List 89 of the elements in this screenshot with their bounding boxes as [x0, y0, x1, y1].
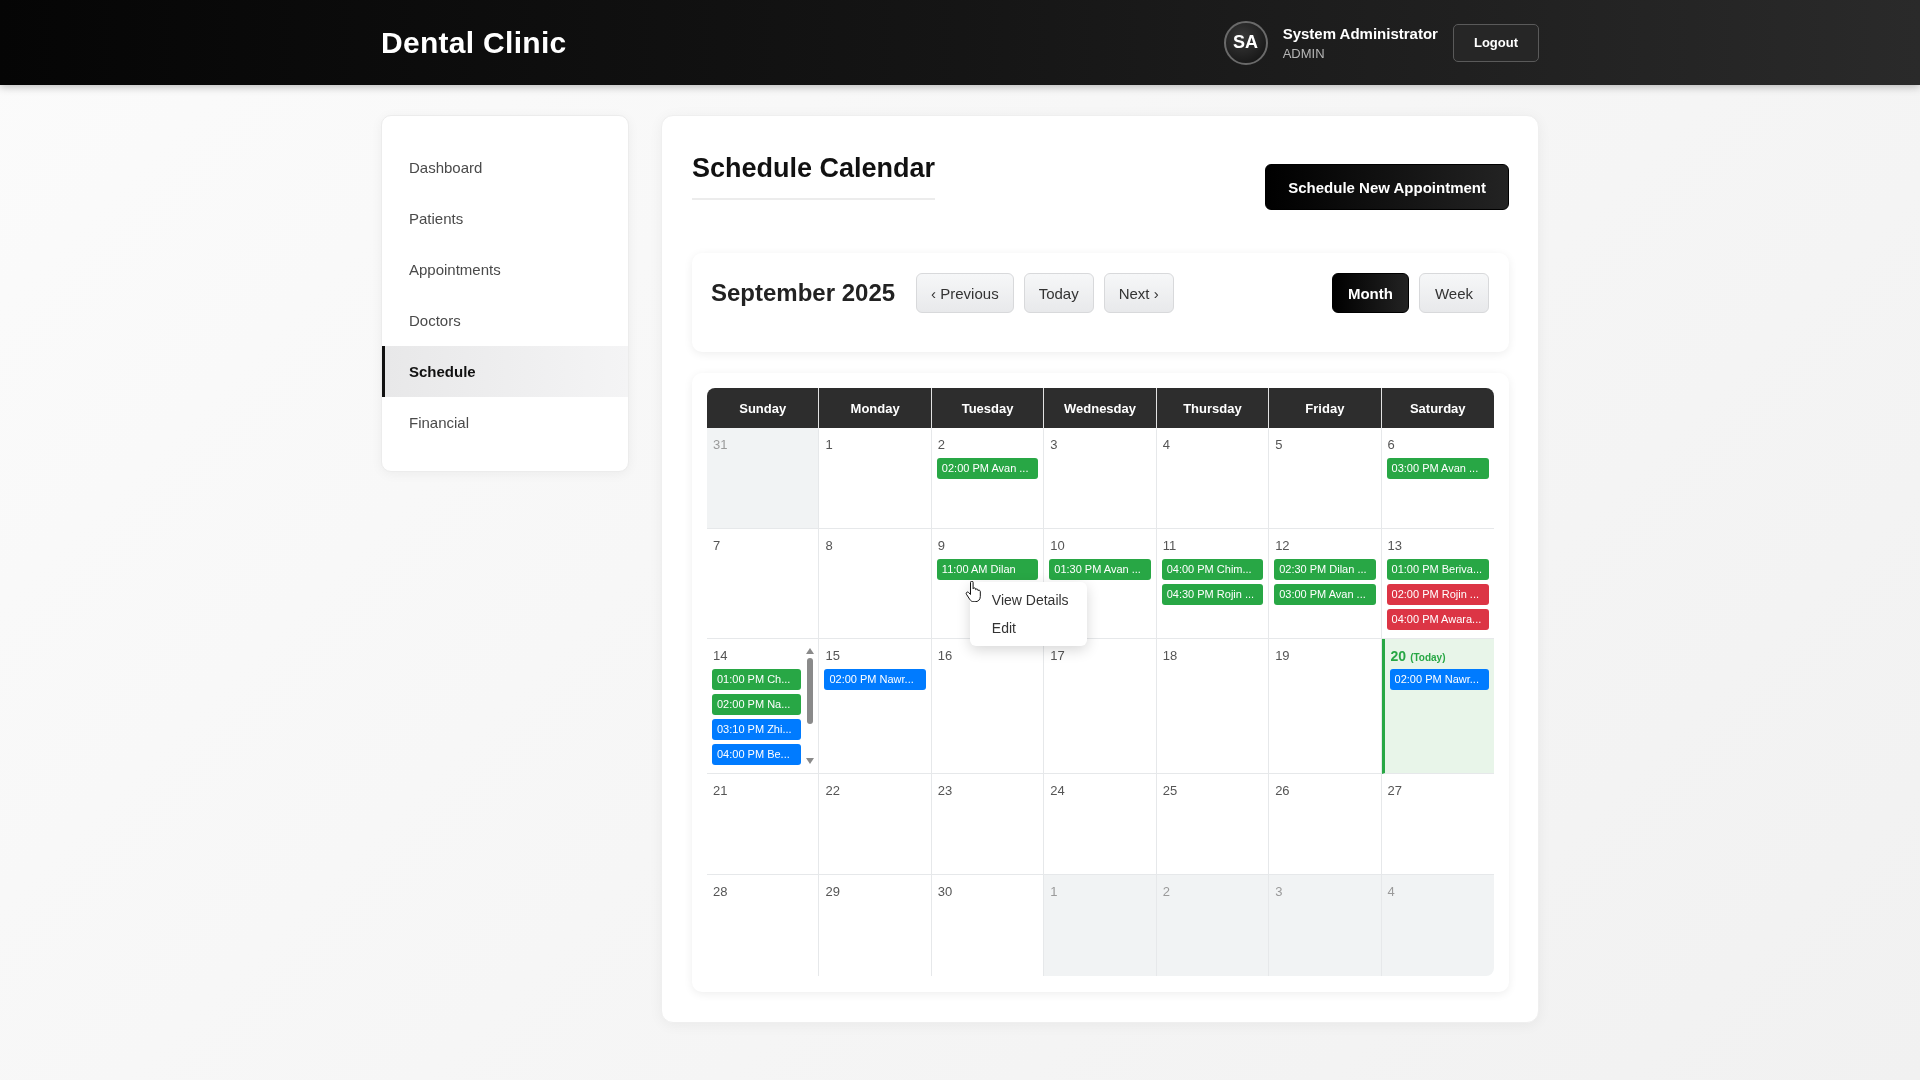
weekday-header: Monday — [819, 388, 932, 428]
view-toggle-button[interactable]: Week — [1418, 273, 1489, 313]
day-number: 23 — [936, 782, 953, 800]
day-number: 8 — [824, 537, 833, 555]
sidebar-item[interactable]: Appointments — [382, 244, 628, 295]
day-number: 31 — [712, 436, 728, 454]
calendar-day-cell[interactable]: 3 — [1044, 428, 1157, 529]
day-number: 17 — [1049, 647, 1065, 665]
today-label: (Today) — [1410, 652, 1446, 663]
day-number: 16 — [936, 647, 953, 665]
appointment-chip[interactable]: 04:00 PM Awara... — [1386, 609, 1489, 630]
calendar-day-cell[interactable]: 2 02:00 PM Avan ... — [931, 428, 1045, 529]
day-number: 6 — [1386, 436, 1395, 454]
day-number: 14 — [712, 647, 728, 665]
logout-button[interactable]: Logout — [1452, 23, 1539, 62]
day-number: 7 — [712, 537, 721, 555]
day-number: 13 — [1386, 537, 1403, 555]
calendar-day-cell[interactable]: 23 — [931, 774, 1045, 875]
calendar-day-cell[interactable]: 4 — [1156, 428, 1270, 529]
day-number: 28 — [712, 883, 728, 901]
appointment-chip[interactable]: 03:10 PM Zhi... — [712, 719, 802, 740]
calendar-day-cell[interactable]: 8 — [819, 529, 932, 639]
calendar-day-cell[interactable]: 7 — [707, 529, 820, 639]
weekday-header: Thursday — [1156, 388, 1270, 428]
app-title: Dental Clinic — [381, 25, 567, 60]
day-number: 2 — [1161, 883, 1170, 901]
day-number: 24 — [1049, 782, 1065, 800]
day-number: 30 — [936, 883, 953, 901]
calendar-day-cell[interactable]: 26 — [1269, 774, 1382, 875]
sidebar-item[interactable]: Patients — [382, 193, 628, 244]
day-number: 12 — [1274, 537, 1290, 555]
sidebar-item[interactable]: Dashboard — [382, 142, 628, 193]
day-number: 11 — [1161, 537, 1177, 555]
appointment-chip[interactable]: 02:00 PM Rojin ... — [1386, 584, 1489, 605]
user-avatar: SA — [1223, 20, 1268, 65]
day-number: 1 — [1049, 883, 1058, 901]
user-role: ADMIN — [1282, 45, 1326, 61]
day-number: 20 — [1389, 647, 1407, 665]
day-number: 29 — [824, 883, 840, 901]
view-toggle-button[interactable]: Month — [1331, 273, 1409, 313]
day-number: 9 — [936, 537, 946, 555]
day-number: 19 — [1274, 647, 1290, 665]
weekday-header: Sunday — [707, 388, 820, 428]
calendar-day-cell[interactable]: 24 — [1044, 774, 1157, 875]
day-number: 18 — [1161, 647, 1178, 665]
sidebar-item[interactable]: Financial — [382, 397, 628, 448]
calendar-day-cell[interactable]: 21 — [707, 774, 820, 875]
calendar-day-cell[interactable]: 19 — [1269, 639, 1382, 774]
calendar-day-cell[interactable]: 5 — [1269, 428, 1382, 529]
day-number: 5 — [1274, 436, 1283, 454]
day-number: 3 — [1274, 883, 1283, 901]
day-number: 2 — [936, 436, 946, 454]
month-label: September 2025 — [711, 279, 896, 307]
page-title: Schedule Calendar — [692, 151, 936, 200]
nav-button[interactable]: ‹ Previous — [916, 273, 1014, 313]
calendar-day-cell[interactable]: 18 — [1156, 639, 1270, 774]
calendar-day-cell[interactable]: 25 — [1156, 774, 1270, 875]
weekday-header: Wednesday — [1044, 388, 1157, 428]
menu-item[interactable]: Edit — [991, 614, 1016, 642]
day-number: 26 — [1274, 782, 1290, 800]
calendar-day-cell[interactable]: 14 01:00 PM Ch... 02:00 PM Na... 03:10 PM Zhi... 04:00 PM Be... — [707, 639, 820, 774]
sidebar-item[interactable]: Schedule — [382, 346, 628, 397]
appointment-chip[interactable]: 04:00 PM Be... — [712, 744, 802, 765]
day-number: 4 — [1161, 436, 1170, 454]
nav-button[interactable]: Today — [1023, 273, 1094, 313]
day-number: 1 — [824, 436, 833, 454]
calendar-day-cell[interactable]: 17 — [1044, 639, 1157, 774]
day-number: 27 — [1386, 782, 1403, 800]
weekday-header: Tuesday — [931, 388, 1045, 428]
sidebar-item[interactable]: Doctors — [382, 295, 628, 346]
scrollbar[interactable] — [805, 647, 816, 765]
weekday-header: Friday — [1269, 388, 1382, 428]
calendar-day-cell[interactable]: 15 02:00 PM Nawr... — [819, 639, 932, 774]
calendar-day-cell[interactable]: 1 — [819, 428, 932, 529]
calendar-day-cell[interactable]: 22 — [819, 774, 932, 875]
day-number: 10 — [1049, 537, 1065, 555]
appointment-chip[interactable]: 02:00 PM Nawr... — [824, 669, 926, 690]
appointment-chip[interactable]: 02:00 PM Nawr... — [1389, 669, 1489, 690]
day-number: 15 — [824, 647, 840, 665]
weekday-header: Saturday — [1381, 388, 1494, 428]
nav-button[interactable]: Next › — [1103, 273, 1174, 313]
day-number: 3 — [1049, 436, 1058, 454]
day-number: 4 — [1386, 883, 1395, 901]
calendar-day-cell[interactable]: 20 (Today) 02:00 PM Nawr... — [1381, 639, 1494, 774]
user-name: System Administrator — [1282, 24, 1438, 42]
day-number: 21 — [712, 782, 728, 800]
day-number: 25 — [1161, 782, 1178, 800]
schedule-appointment-button[interactable]: Schedule New Appointment — [1265, 164, 1509, 210]
day-number: 22 — [824, 782, 840, 800]
